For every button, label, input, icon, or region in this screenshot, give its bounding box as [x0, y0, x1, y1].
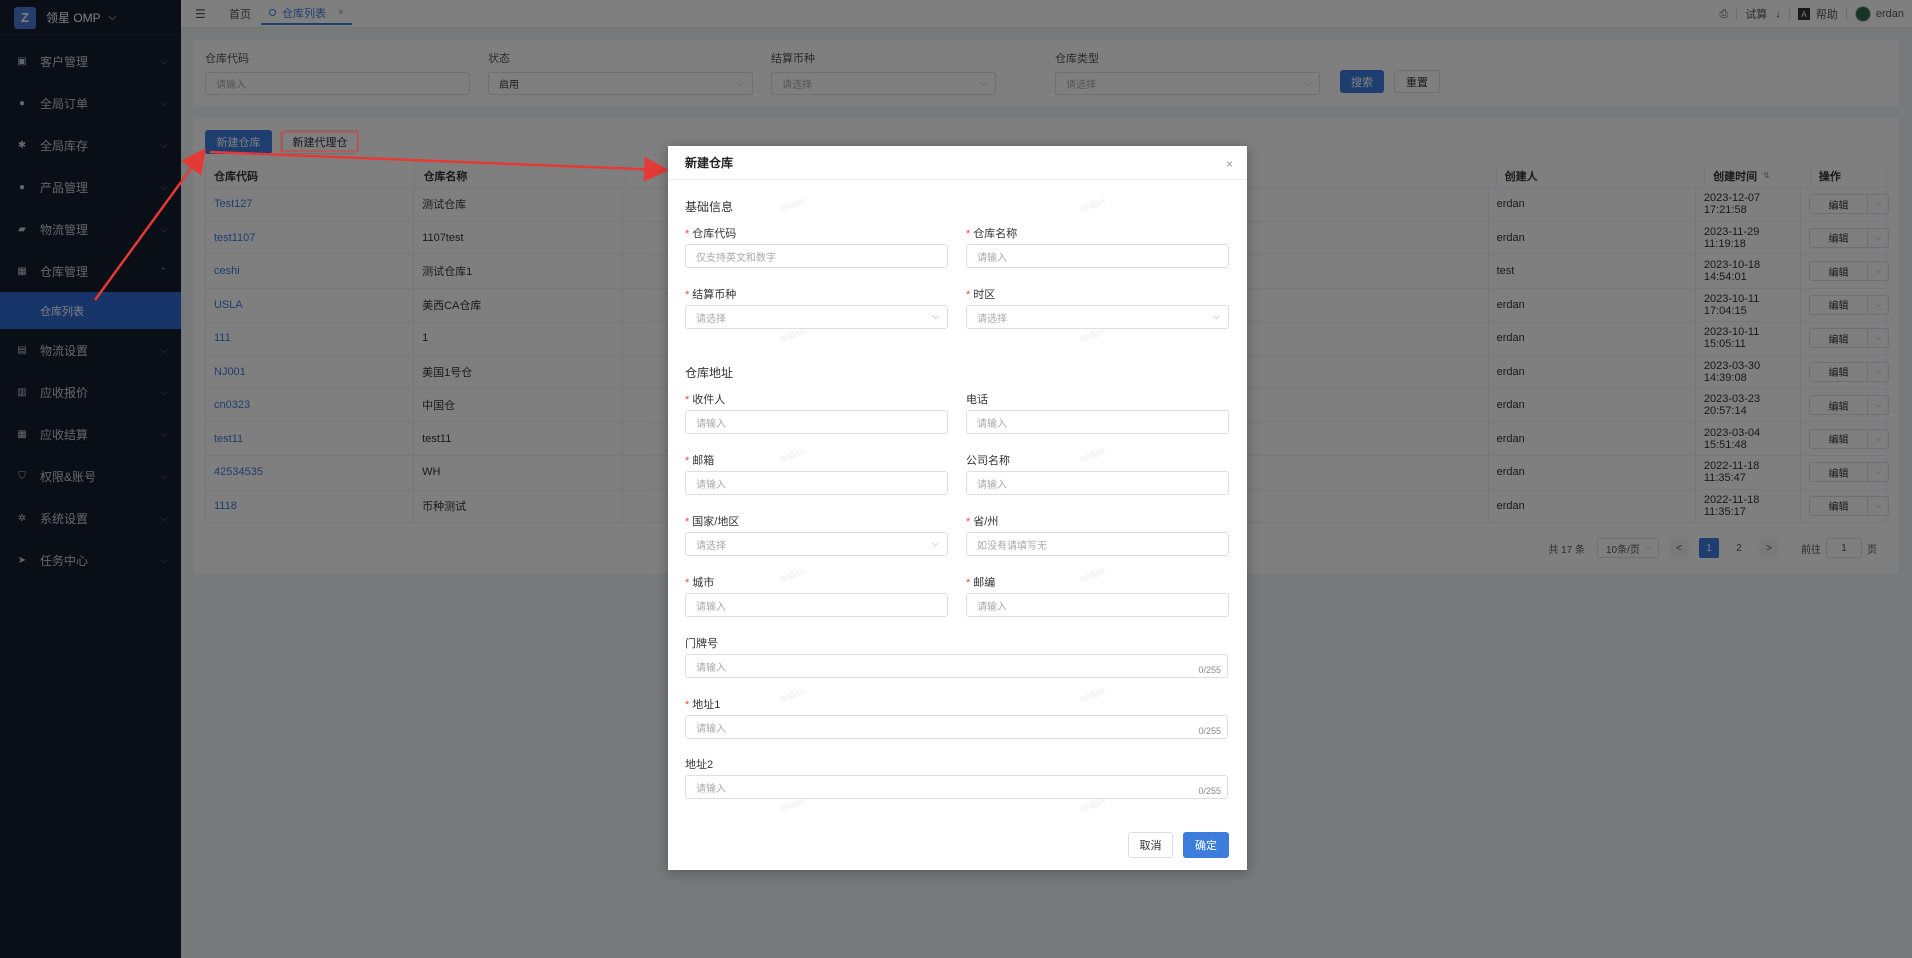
field-address1-label: 地址1: [692, 699, 721, 711]
field-name: * 仓库名称 请输入: [966, 225, 1229, 268]
field-code: * 仓库代码 仅支持英文和数字: [685, 225, 948, 268]
field-house-no-label: 门牌号: [685, 638, 718, 650]
email-input[interactable]: 请输入: [685, 471, 948, 495]
city-input[interactable]: 请输入: [685, 593, 948, 617]
currency-select[interactable]: 请选择 ⌵: [685, 305, 948, 329]
field-house-no: 门牌号 请输入 0/255: [685, 635, 1228, 678]
dialog-title: 新建仓库: [668, 146, 1247, 180]
field-currency: * 结算币种 请选择 ⌵: [685, 286, 948, 329]
field-company-label: 公司名称: [966, 455, 1010, 467]
chevron-down-icon: ⌵: [932, 538, 939, 548]
warehouse-code-input[interactable]: 仅支持英文和数字: [685, 244, 948, 268]
warehouse-name-input[interactable]: 请输入: [966, 244, 1229, 268]
field-code-label: 仓库代码: [692, 228, 737, 240]
field-phone-label: 电话: [966, 394, 988, 406]
chevron-down-icon: ⌵: [1213, 311, 1220, 321]
field-name-label: 仓库名称: [973, 228, 1018, 240]
timezone-placeholder: 请选择: [977, 313, 1007, 325]
country-placeholder: 请选择: [696, 540, 726, 552]
char-counter: 0/255: [1198, 726, 1221, 736]
field-receiver: * 收件人 请输入: [685, 391, 948, 434]
address2-textarea[interactable]: 请输入 0/255: [685, 775, 1228, 799]
field-zip: * 邮编 请输入: [966, 574, 1229, 617]
chevron-down-icon: ⌵: [932, 311, 939, 321]
company-input[interactable]: 请输入: [966, 471, 1229, 495]
field-currency-label: 结算币种: [692, 289, 737, 301]
field-country: * 国家/地区 请选择 ⌵: [685, 513, 948, 556]
receiver-input[interactable]: 请输入: [685, 410, 948, 434]
close-icon[interactable]: ×: [1226, 157, 1233, 171]
dialog-footer: 取消 确定: [1128, 832, 1229, 858]
zip-input[interactable]: 请输入: [966, 593, 1229, 617]
field-state-label: 省/州: [973, 516, 999, 528]
field-company: 公司名称 请输入: [966, 452, 1229, 495]
address1-placeholder: 请输入: [696, 723, 726, 735]
currency-placeholder: 请选择: [696, 313, 726, 325]
field-state: * 省/州 如没有请填写无: [966, 513, 1229, 556]
address1-textarea[interactable]: 请输入 0/255: [685, 715, 1228, 739]
field-city-label: 城市: [692, 577, 715, 589]
house-no-textarea[interactable]: 请输入 0/255: [685, 654, 1228, 678]
field-email-label: 邮箱: [692, 455, 715, 467]
section-address: 仓库地址: [685, 366, 734, 380]
phone-input[interactable]: 请输入: [966, 410, 1229, 434]
field-phone: 电话 请输入: [966, 391, 1229, 434]
country-select[interactable]: 请选择 ⌵: [685, 532, 948, 556]
timezone-select[interactable]: 请选择 ⌵: [966, 305, 1229, 329]
address2-placeholder: 请输入: [696, 783, 726, 795]
field-address2-label: 地址2: [685, 759, 714, 771]
field-zip-label: 邮编: [973, 577, 996, 589]
section-basic: 基础信息: [685, 200, 734, 214]
field-receiver-label: 收件人: [692, 394, 726, 406]
field-address1: * 地址1 请输入 0/255: [685, 696, 1228, 739]
char-counter: 0/255: [1198, 786, 1221, 796]
field-country-label: 国家/地区: [692, 516, 740, 528]
house-no-placeholder: 请输入: [696, 662, 726, 674]
field-email: * 邮箱 请输入: [685, 452, 948, 495]
state-input[interactable]: 如没有请填写无: [966, 532, 1229, 556]
cancel-button[interactable]: 取消: [1128, 832, 1173, 858]
field-timezone: * 时区 请选择 ⌵: [966, 286, 1229, 329]
new-warehouse-dialog: 新建仓库 × 基础信息 * 仓库代码 仅支持英文和数字 * 仓库名称 请输入 * 结算…: [668, 146, 1247, 870]
confirm-button[interactable]: 确定: [1183, 832, 1229, 858]
field-address2: 地址2 请输入 0/255: [685, 756, 1228, 799]
field-city: * 城市 请输入: [685, 574, 948, 617]
field-timezone-label: 时区: [973, 289, 996, 301]
char-counter: 0/255: [1198, 665, 1221, 675]
